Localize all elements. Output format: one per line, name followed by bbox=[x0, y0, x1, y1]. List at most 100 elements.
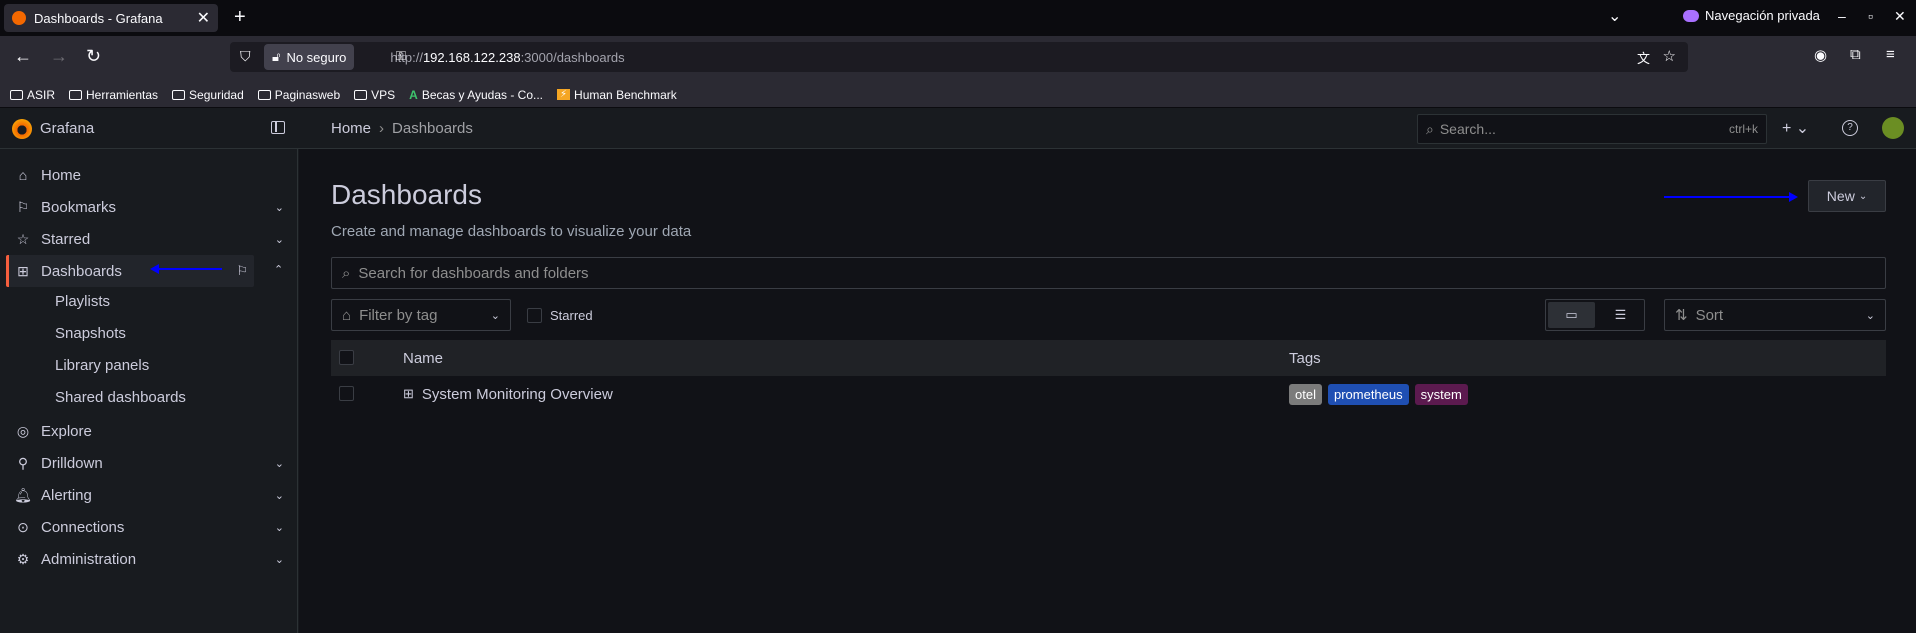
sidebar-item-shared-dashboards[interactable]: Shared dashboards bbox=[55, 389, 186, 406]
compass-icon: ◎ bbox=[16, 422, 30, 439]
sidebar-item-administration[interactable]: ⚙ Administration ⌄ bbox=[0, 543, 298, 575]
close-tab-icon[interactable]: ✕ bbox=[197, 8, 210, 28]
dashboard-link[interactable]: ⊞ System Monitoring Overview bbox=[403, 386, 613, 403]
sidebar-item-snapshots[interactable]: Snapshots bbox=[55, 325, 126, 342]
bookmark-becas[interactable]: A Becas y Ayudas - Co... bbox=[409, 88, 543, 102]
browser-navbar: ← → ↻ ⛉ 🔓︎ No seguro ⚿ http://192.168.12… bbox=[0, 36, 1916, 82]
browser-tabbar: Dashboards - Grafana ✕ + ⌄ Navegación pr… bbox=[0, 0, 1916, 36]
new-tab-icon[interactable]: + bbox=[234, 6, 246, 29]
search-placeholder: Search... bbox=[1439, 121, 1496, 137]
sidebar-item-home[interactable]: ⌂ Home bbox=[0, 159, 298, 191]
sidebar-item-alerting[interactable]: 🔔︎ Alerting ⌄ bbox=[0, 479, 298, 511]
search-shortcut: ctrl+k bbox=[1728, 122, 1758, 136]
sidebar-item-label: Alerting bbox=[41, 486, 92, 504]
folder-icon bbox=[69, 89, 83, 100]
breadcrumb-home[interactable]: Home bbox=[331, 120, 371, 137]
sidebar-item-dashboards[interactable]: ⊞ Dashboards ⚐ bbox=[6, 255, 254, 287]
folder-view-icon[interactable]: ▭ bbox=[1548, 302, 1595, 328]
dashboard-search-input[interactable]: ⌕ Search for dashboards and folders bbox=[331, 257, 1886, 289]
select-all-checkbox[interactable] bbox=[339, 350, 354, 365]
key-icon[interactable]: ⚿ bbox=[396, 48, 406, 64]
reload-icon[interactable]: ↻ bbox=[86, 46, 101, 67]
chevron-down-icon[interactable]: ⌄ bbox=[275, 521, 284, 534]
annotation-arrow-right bbox=[1664, 192, 1798, 202]
private-mask-icon bbox=[1683, 9, 1699, 22]
account-icon[interactable]: ◉ bbox=[1814, 46, 1827, 64]
dock-menu-icon[interactable] bbox=[271, 121, 285, 134]
bookmark-label: Paginasweb bbox=[274, 87, 341, 102]
global-search-input[interactable]: ⌕ Search... ctrl+k bbox=[1417, 114, 1767, 144]
chevron-down-icon[interactable]: ⌄ bbox=[275, 489, 284, 502]
bookmark-seguridad[interactable]: Seguridad bbox=[172, 88, 244, 102]
bell-icon: 🔔︎ bbox=[14, 486, 32, 503]
sidebar-item-library-panels[interactable]: Library panels bbox=[55, 357, 149, 374]
tab-list-chevron-icon[interactable]: ⌄ bbox=[1608, 6, 1621, 26]
shield-icon[interactable]: ⛉ bbox=[240, 48, 251, 65]
avatar[interactable] bbox=[1882, 117, 1904, 139]
help-icon[interactable]: ? bbox=[1842, 120, 1858, 136]
list-view-icon[interactable]: ☰ bbox=[1597, 300, 1644, 330]
security-indicator[interactable]: 🔓︎ No seguro bbox=[264, 44, 355, 70]
sidebar-item-starred[interactable]: ☆ Starred ⌄ bbox=[0, 223, 298, 255]
new-button[interactable]: New ⌄ bbox=[1808, 180, 1886, 212]
bookmark-human-benchmark[interactable]: ⚡︎ Human Benchmark bbox=[557, 88, 677, 102]
translate-icon[interactable]: 文 bbox=[1637, 48, 1650, 67]
chevron-up-icon[interactable]: ⌃ bbox=[274, 263, 283, 276]
bookmark-icon: ⚐ bbox=[16, 198, 30, 215]
bookmark-asir[interactable]: ASIR bbox=[10, 88, 55, 102]
breadcrumb-current: Dashboards bbox=[392, 120, 473, 137]
sort-select[interactable]: ⇅ Sort ⌄ bbox=[1664, 299, 1886, 331]
tag-badge[interactable]: prometheus bbox=[1327, 383, 1409, 405]
connections-icon: ⊙ bbox=[17, 518, 29, 535]
minimize-icon[interactable]: – bbox=[1838, 8, 1846, 24]
chevron-down-icon: ⌄ bbox=[490, 309, 500, 322]
gear-icon: ⚙ bbox=[16, 550, 30, 567]
maximize-icon[interactable]: ▫ bbox=[1868, 8, 1873, 24]
chevron-down-icon[interactable]: ⌄ bbox=[275, 457, 284, 470]
sort-icon: ⇅ bbox=[1675, 307, 1688, 324]
close-window-icon[interactable]: ✕ bbox=[1894, 8, 1906, 25]
folder-icon bbox=[257, 89, 271, 100]
browser-tab[interactable]: Dashboards - Grafana ✕ bbox=[4, 4, 218, 32]
sidebar-item-drilldown[interactable]: ⚲ Drilldown ⌄ bbox=[0, 447, 298, 479]
bookmark-herramientas[interactable]: Herramientas bbox=[69, 88, 158, 102]
tag-badge[interactable]: system bbox=[1414, 383, 1468, 405]
bookmark-label: VPS bbox=[371, 87, 396, 102]
sidebar-item-playlists[interactable]: Playlists bbox=[55, 293, 110, 310]
menu-icon[interactable]: ≡ bbox=[1886, 46, 1895, 63]
page-subtitle: Create and manage dashboards to visualiz… bbox=[331, 223, 692, 240]
tag-badge[interactable]: otel bbox=[1289, 383, 1322, 405]
sidebar-item-connections[interactable]: ⊙ Connections ⌄ bbox=[0, 511, 298, 543]
forward-icon[interactable]: → bbox=[50, 46, 68, 67]
address-bar[interactable]: ⛉ 🔓︎ No seguro ⚿ http://192.168.122.238:… bbox=[230, 42, 1688, 72]
bookmark-add-icon[interactable]: ⚐ bbox=[236, 263, 248, 279]
private-browsing-indicator: Navegación privada bbox=[1683, 8, 1820, 23]
bookmark-vps[interactable]: VPS bbox=[354, 88, 395, 102]
dashboards-grid-icon: ⊞ bbox=[17, 262, 29, 279]
add-new-icon[interactable]: + ⌄ bbox=[1782, 118, 1809, 138]
starred-filter[interactable]: Starred bbox=[527, 308, 593, 323]
tag-filter-select[interactable]: ⌂ Filter by tag ⌄ bbox=[331, 299, 511, 331]
grafana-logo-icon[interactable] bbox=[12, 119, 32, 139]
grafana-brand: Grafana bbox=[40, 120, 95, 137]
grafana-topbar: Grafana Home › Dashboards ⌕ Search... ctrl… bbox=[0, 109, 1916, 149]
chevron-down-icon[interactable]: ⌄ bbox=[275, 201, 284, 214]
chevron-down-icon[interactable]: ⌄ bbox=[275, 553, 284, 566]
becas-favicon-icon: A bbox=[409, 87, 418, 102]
sidebar-item-label: Administration bbox=[41, 550, 137, 568]
view-toggle: ▭ ☰ bbox=[1545, 299, 1645, 331]
extensions-icon[interactable]: ⧉ bbox=[1850, 46, 1861, 63]
sidebar-item-bookmarks[interactable]: ⚐ Bookmarks ⌄ bbox=[0, 191, 298, 223]
row-checkbox[interactable] bbox=[339, 386, 354, 401]
sidebar-item-label: Starred bbox=[41, 230, 91, 248]
bookmark-paginasweb[interactable]: Paginasweb bbox=[257, 87, 341, 102]
chevron-down-icon[interactable]: ⌄ bbox=[275, 233, 284, 246]
back-icon[interactable]: ← bbox=[14, 46, 32, 67]
starred-label: Starred bbox=[550, 308, 593, 323]
bookmarks-bar: ASIR Herramientas Seguridad Paginasweb V… bbox=[0, 82, 1916, 108]
star-bookmark-icon[interactable]: ☆ bbox=[1663, 47, 1676, 65]
sidebar-item-explore[interactable]: ◎ Explore bbox=[0, 415, 298, 447]
starred-checkbox[interactable] bbox=[527, 308, 542, 323]
url-text[interactable]: http://192.168.122.238:3000/dashboards bbox=[390, 50, 624, 65]
table-row[interactable]: ⊞ System Monitoring Overview otel prometh… bbox=[331, 376, 1886, 412]
